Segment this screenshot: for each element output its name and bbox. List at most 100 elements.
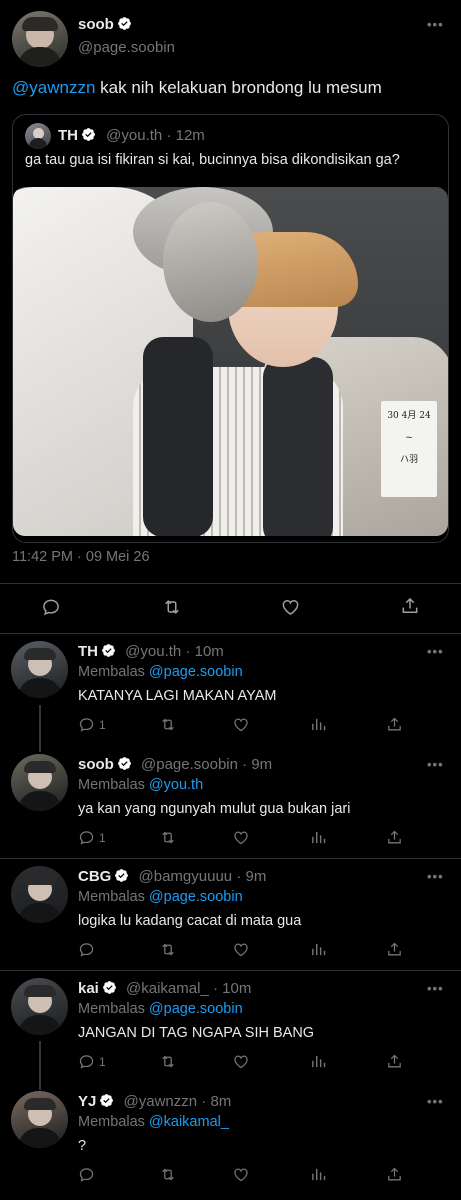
retweet-icon[interactable] [159, 829, 177, 846]
heart-icon[interactable] [232, 829, 250, 846]
reply-author-handle[interactable]: @you.th [125, 643, 181, 660]
verified-badge-icon [114, 868, 129, 883]
replying-to-link[interactable]: @page.soobin [149, 889, 243, 905]
share-icon[interactable] [386, 1166, 403, 1183]
bar-chart-icon[interactable] [310, 829, 327, 846]
verified-badge-icon [102, 980, 117, 995]
author-name[interactable]: soob [78, 16, 114, 33]
retweet-icon[interactable] [161, 597, 183, 617]
more-dots-icon[interactable]: ••• [427, 757, 444, 772]
share-icon[interactable] [400, 596, 420, 616]
reply-author-row[interactable]: CBG @bamgyuuuu · 9m [78, 868, 266, 885]
reply-count: 1 [99, 1054, 106, 1069]
share-icon[interactable] [386, 1053, 403, 1070]
reply-button[interactable] [78, 1166, 99, 1183]
quoted-text: ga tau gua isi fikiran si kai, bucinnya … [25, 152, 400, 168]
bar-chart-icon[interactable] [310, 1053, 327, 1070]
avatar[interactable] [11, 978, 68, 1035]
quoted-author-name: TH [58, 127, 78, 144]
heart-icon[interactable] [232, 941, 250, 958]
divider [0, 583, 461, 584]
divider [0, 633, 461, 634]
verified-badge-icon [117, 16, 132, 31]
divider [0, 858, 461, 859]
reply-author-handle[interactable]: @yawnzzn [124, 1093, 198, 1110]
thread-line [39, 705, 41, 752]
quoted-tweet-card[interactable]: TH @you.th · 12m ga tau gua isi fikiran … [12, 114, 449, 543]
avatar[interactable] [11, 866, 68, 923]
reply-author-handle[interactable]: @page.soobin [141, 756, 238, 773]
share-icon[interactable] [386, 716, 403, 733]
bar-chart-icon[interactable] [310, 716, 327, 733]
reply-time: · 9m [242, 756, 273, 773]
replying-to: Membalas @you.th [78, 777, 204, 793]
verified-badge-icon [117, 756, 132, 771]
avatar[interactable] [11, 754, 68, 811]
reply-text: ? [78, 1138, 87, 1154]
bar-chart-icon[interactable] [310, 1166, 327, 1183]
share-icon[interactable] [386, 941, 403, 958]
reply-author-name[interactable]: CBG [78, 868, 111, 885]
mention-link[interactable]: @yawnzzn [12, 78, 95, 97]
retweet-icon[interactable] [159, 716, 177, 733]
reply-time: · 8m [201, 1093, 232, 1110]
author-name-row[interactable]: soob [78, 16, 132, 33]
reply-text: KATANYA LAGI MAKAN AYAM [78, 688, 277, 704]
more-dots-icon[interactable]: ••• [427, 644, 444, 659]
more-dots-icon[interactable]: ••• [427, 17, 444, 32]
avatar[interactable] [11, 1091, 68, 1148]
bar-chart-icon[interactable] [310, 941, 327, 958]
avatar[interactable] [12, 11, 68, 67]
tweet-text: @yawnzzn kak nih kelakuan brondong lu me… [12, 78, 382, 97]
reply-author-name[interactable]: YJ [78, 1093, 96, 1110]
reply-count: 1 [99, 830, 106, 845]
more-dots-icon[interactable]: ••• [427, 1094, 444, 1109]
avatar [25, 123, 51, 149]
heart-icon[interactable] [232, 716, 250, 733]
heart-icon[interactable] [280, 597, 301, 617]
author-handle[interactable]: @page.soobin [78, 39, 175, 56]
reply-time: · 9m [236, 868, 267, 885]
verified-badge-icon [81, 127, 96, 142]
replying-to-link[interactable]: @you.th [149, 777, 203, 793]
reply-author-row[interactable]: soob @page.soobin · 9m [78, 756, 272, 773]
reply-author-name[interactable]: TH [78, 643, 98, 660]
more-dots-icon[interactable]: ••• [427, 981, 444, 996]
reply-button[interactable]: 1 [78, 1053, 106, 1070]
reply-author-row[interactable]: TH @you.th · 10m [78, 643, 224, 660]
reply-author-handle[interactable]: @kaikamal_ [126, 980, 209, 997]
reply-author-name[interactable]: soob [78, 756, 114, 773]
quoted-author-handle: @you.th [106, 127, 163, 144]
reply-icon[interactable] [41, 597, 61, 617]
thread-line [39, 1041, 41, 1090]
verified-badge-icon [99, 1093, 114, 1108]
reply-icon [78, 941, 95, 958]
reply-author-row[interactable]: kai @kaikamal_ · 10m [78, 980, 251, 997]
replying-to-link[interactable]: @page.soobin [149, 664, 243, 680]
replying-to: Membalas @page.soobin [78, 889, 243, 905]
replying-to: Membalas @page.soobin [78, 664, 243, 680]
signed-card: 30 4月 24 ~ ハ羽 [381, 401, 437, 497]
reply-icon [78, 1053, 95, 1070]
more-dots-icon[interactable]: ••• [427, 869, 444, 884]
replying-to: Membalas @kaikamal_ [78, 1114, 229, 1130]
replying-to: Membalas @page.soobin [78, 1001, 243, 1017]
quoted-photo[interactable]: 30 4月 24 ~ ハ羽 [13, 187, 448, 536]
avatar[interactable] [11, 641, 68, 698]
retweet-icon[interactable] [159, 941, 177, 958]
reply-button[interactable] [78, 941, 99, 958]
tweet-timestamp[interactable]: 11:42 PM · 09 Mei 26 [12, 549, 150, 565]
reply-author-handle[interactable]: @bamgyuuuu [139, 868, 233, 885]
retweet-icon[interactable] [159, 1053, 177, 1070]
replying-to-link[interactable]: @kaikamal_ [149, 1114, 229, 1130]
retweet-icon[interactable] [159, 1166, 177, 1183]
divider [0, 970, 461, 971]
reply-button[interactable]: 1 [78, 829, 106, 846]
reply-author-row[interactable]: YJ @yawnzzn · 8m [78, 1093, 231, 1110]
heart-icon[interactable] [232, 1053, 250, 1070]
replying-to-link[interactable]: @page.soobin [149, 1001, 243, 1017]
reply-author-name[interactable]: kai [78, 980, 99, 997]
heart-icon[interactable] [232, 1166, 250, 1183]
reply-button[interactable]: 1 [78, 716, 106, 733]
share-icon[interactable] [386, 829, 403, 846]
